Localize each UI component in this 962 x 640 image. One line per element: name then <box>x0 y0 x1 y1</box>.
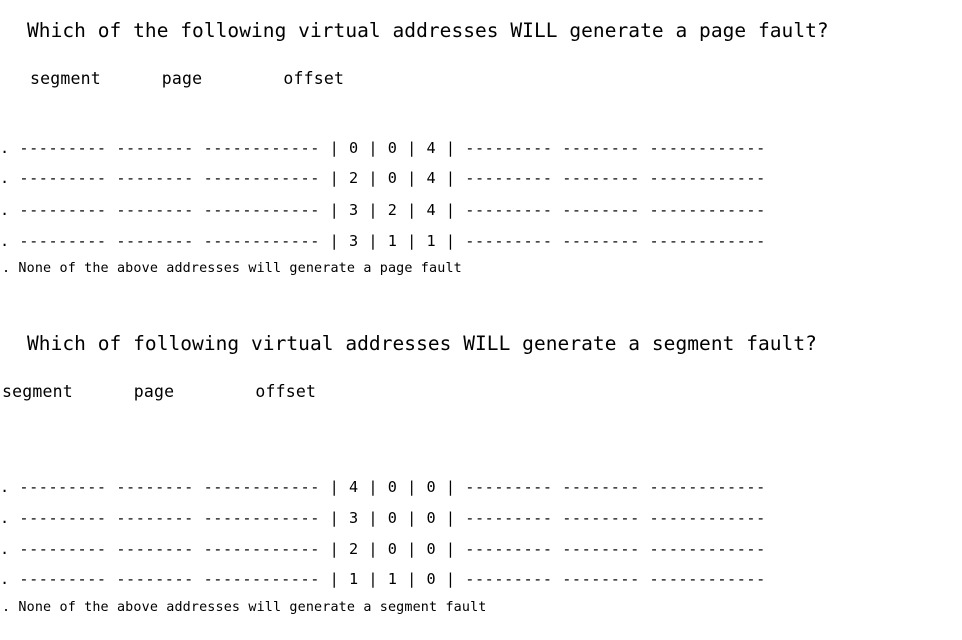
column-legend-page-fault: segment page offset <box>30 69 345 88</box>
question-page-fault: Which of the following virtual addresses… <box>27 19 829 42</box>
option-row[interactable]: . --------- -------- ------------ | 3 | … <box>0 233 766 249</box>
option-row[interactable]: . --------- -------- ------------ | 3 | … <box>0 510 766 526</box>
question-segment-fault: Which of following virtual addresses WIL… <box>27 332 817 355</box>
option-row[interactable]: . --------- -------- ------------ | 0 | … <box>0 140 766 156</box>
option-row[interactable]: . --------- -------- ------------ | 2 | … <box>0 541 766 557</box>
option-row[interactable]: . --------- -------- ------------ | 2 | … <box>0 170 766 186</box>
column-legend-segment-fault: segment page offset <box>2 382 317 401</box>
document-page: Which of the following virtual addresses… <box>0 0 962 640</box>
option-row[interactable]: . --------- -------- ------------ | 3 | … <box>0 202 766 218</box>
option-none-of-the-above-segment-fault[interactable]: . None of the above addresses will gener… <box>2 601 487 615</box>
option-row[interactable]: . --------- -------- ------------ | 4 | … <box>0 479 766 495</box>
option-row[interactable]: . --------- -------- ------------ | 1 | … <box>0 571 766 587</box>
option-none-of-the-above-page-fault[interactable]: . None of the above addresses will gener… <box>2 262 462 276</box>
